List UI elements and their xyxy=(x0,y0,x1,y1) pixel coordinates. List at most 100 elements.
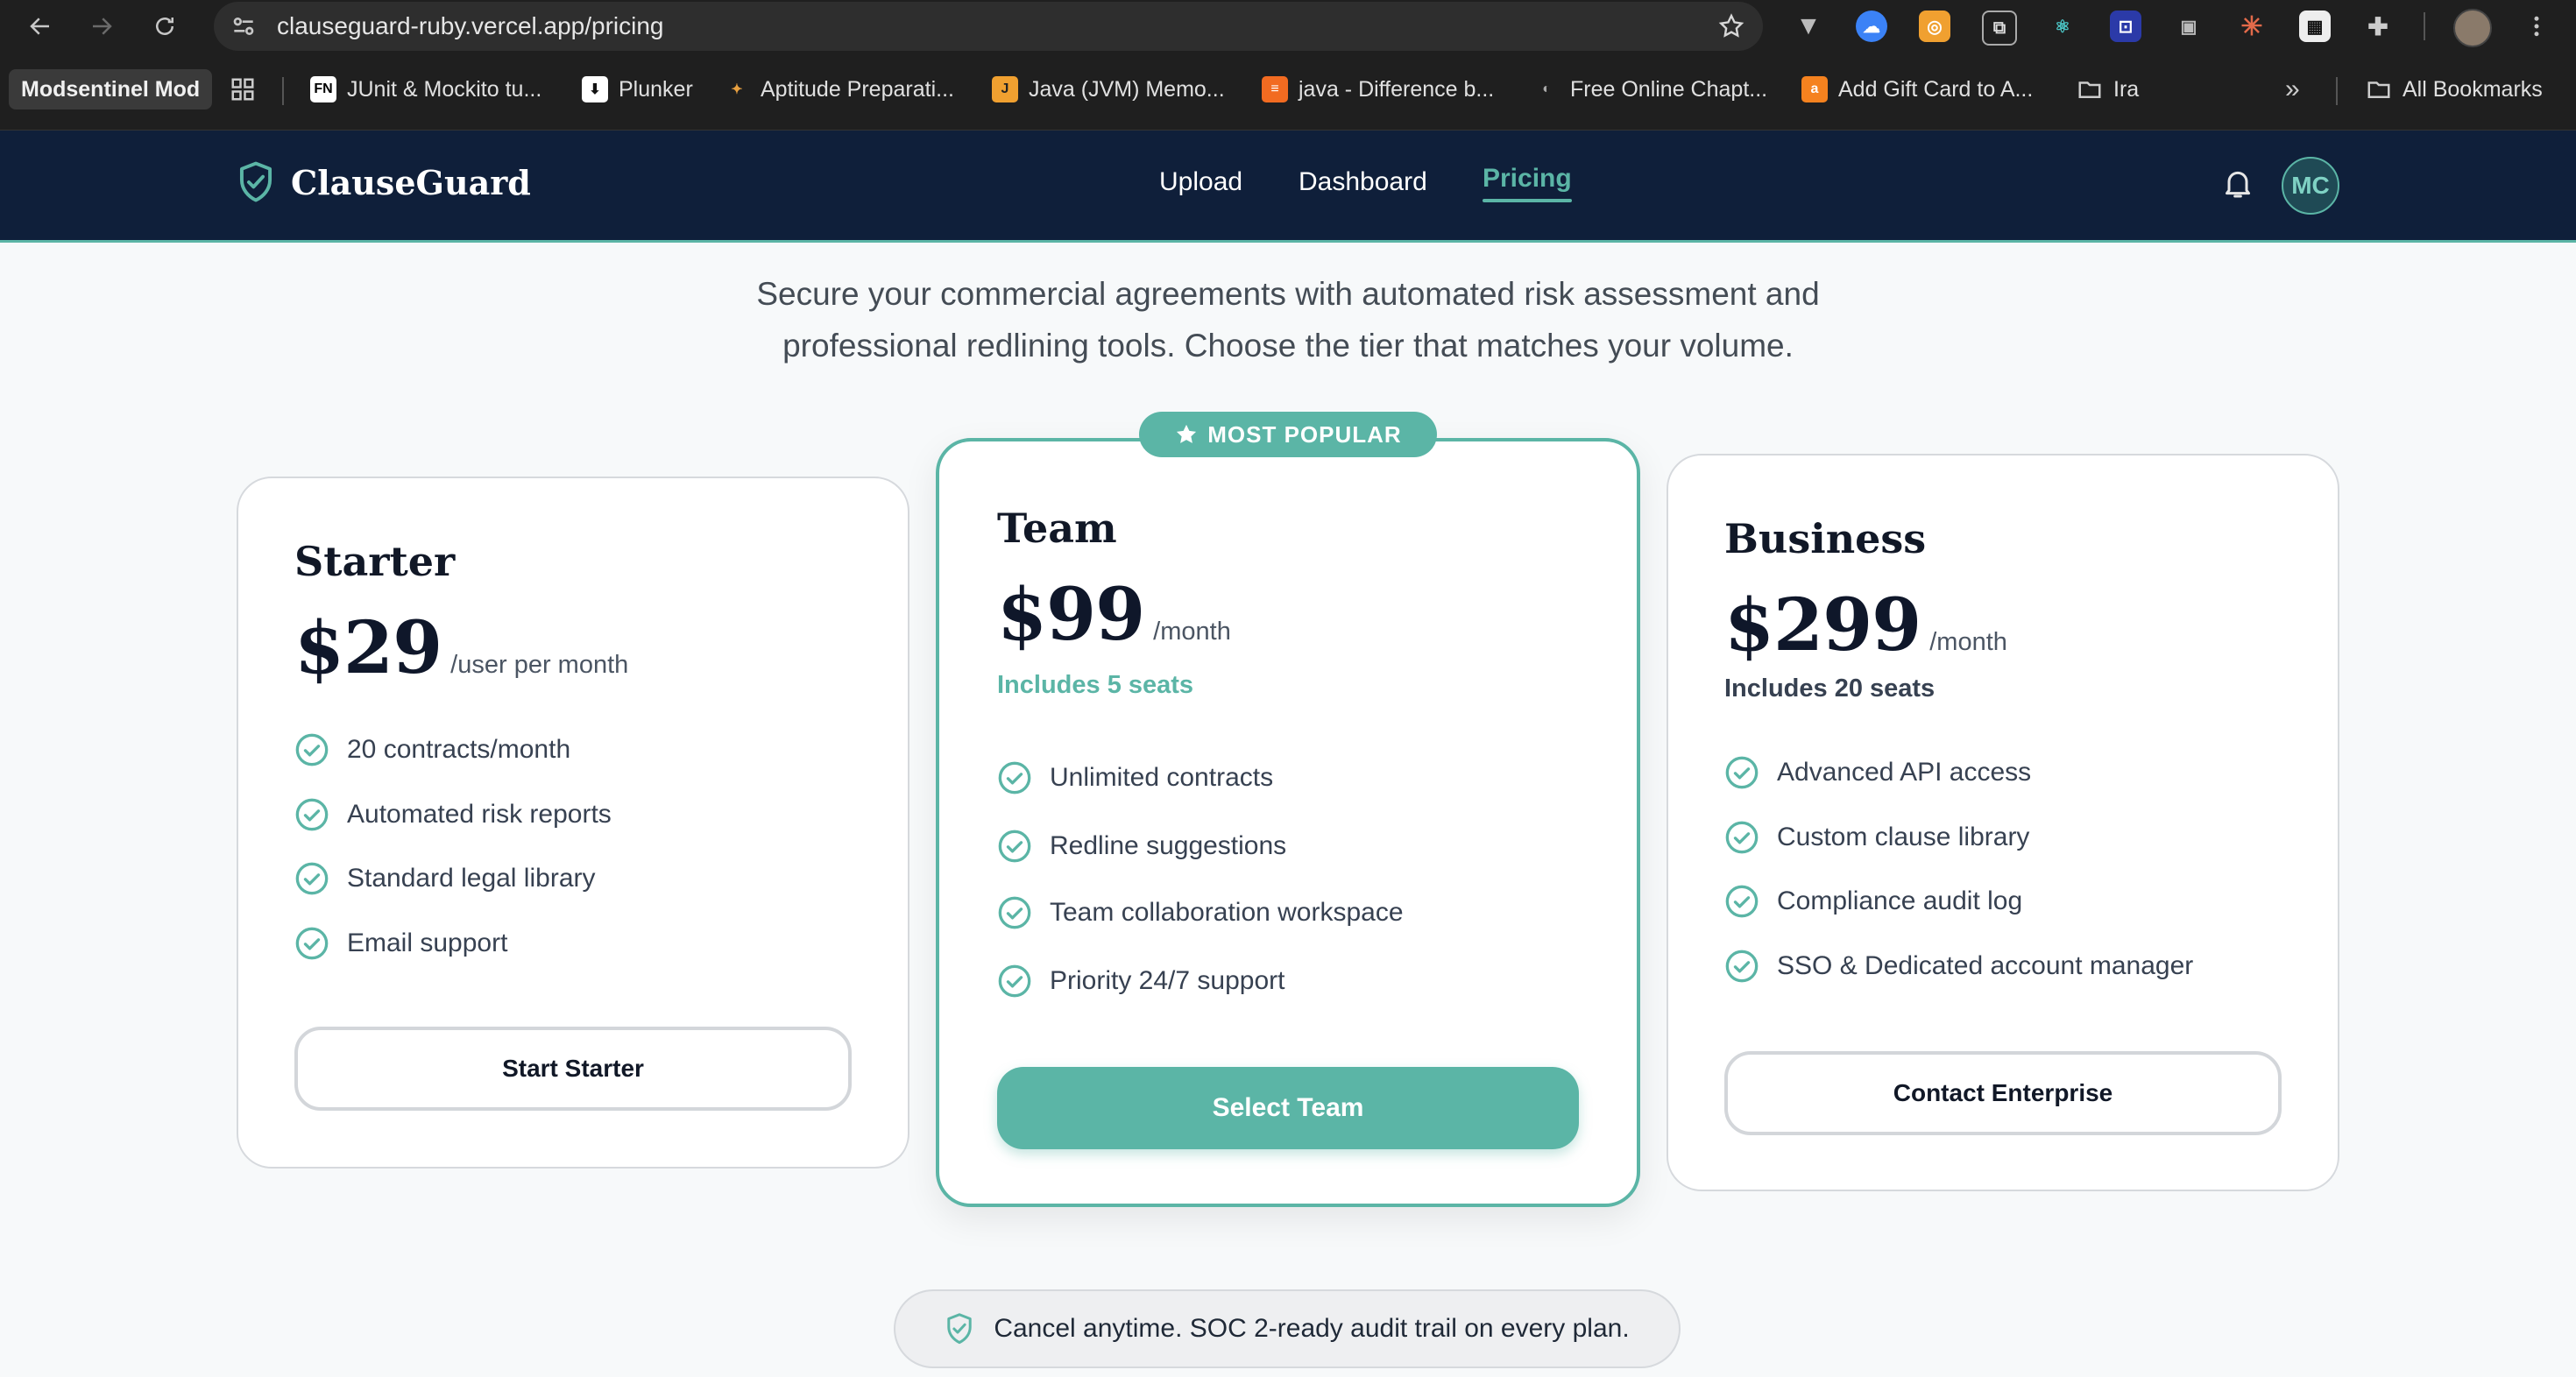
claude-extension-icon[interactable]: ✳ xyxy=(2236,11,2268,42)
price-period: /month xyxy=(1929,628,2007,656)
check-circle-icon xyxy=(1725,821,1759,854)
check-circle-icon xyxy=(1725,885,1759,918)
trust-note: Cancel anytime. SOC 2-ready audit trail … xyxy=(894,1289,1681,1368)
browser-toolbar: clauseguard-ruby.vercel.app/pricing ▼ ☁ … xyxy=(0,0,2576,53)
shield-check-icon xyxy=(239,161,272,202)
select-team-button[interactable]: Select Team xyxy=(997,1067,1579,1149)
plan-price: $99 /month xyxy=(997,573,1231,657)
feature-text: Priority 24/7 support xyxy=(1050,966,1285,995)
toolbar-divider xyxy=(2424,12,2425,40)
scan-extension-icon[interactable]: ⊡ xyxy=(2110,11,2141,42)
contact-enterprise-button[interactable]: Contact Enterprise xyxy=(1724,1051,2282,1135)
user-avatar[interactable]: MC xyxy=(2282,157,2339,215)
site-settings-icon[interactable] xyxy=(230,12,258,40)
plunker-favicon-icon: ⬇ xyxy=(582,76,608,102)
forward-button[interactable] xyxy=(84,9,119,44)
subtitle-line: Secure your commercial agreements with a… xyxy=(756,276,1820,312)
feature-item: Automated risk reports xyxy=(294,797,612,832)
feature-text: SSO & Dedicated account manager xyxy=(1777,951,2194,980)
most-popular-badge: MOST POPULAR xyxy=(1139,412,1437,457)
feature-text: Compliance audit log xyxy=(1777,886,2023,915)
arrow-left-icon xyxy=(30,18,49,35)
bookmark-free-online-chapter[interactable]: ◐ Free Online Chapt... xyxy=(1533,70,1767,109)
feature-item: Standard legal library xyxy=(294,861,596,896)
bookmark-label: Add Gift Card to A... xyxy=(1838,76,2034,102)
chevron-double-right-icon: » xyxy=(2285,74,2300,103)
brand-logo[interactable]: ClauseGuard xyxy=(237,160,531,204)
profile-avatar[interactable] xyxy=(2453,9,2492,47)
address-bar[interactable]: clauseguard-ruby.vercel.app/pricing xyxy=(214,2,1763,51)
bookmark-java-difference[interactable]: ≡ java - Difference b... xyxy=(1262,70,1494,109)
java-favicon-icon: J xyxy=(992,76,1018,102)
bookmark-label: java - Difference b... xyxy=(1299,76,1495,102)
url-text[interactable]: clauseguard-ruby.vercel.app/pricing xyxy=(277,12,664,40)
feature-item: Redline suggestions xyxy=(997,829,1286,864)
badge-label: MOST POPULAR xyxy=(1207,420,1402,448)
bookmark-label: Aptitude Preparati... xyxy=(761,76,954,102)
bookmark-label: JUnit & Mockito tu... xyxy=(347,76,542,102)
start-starter-button[interactable]: Start Starter xyxy=(294,1027,852,1111)
check-circle-icon xyxy=(998,830,1031,863)
brand-name: ClauseGuard xyxy=(291,162,531,202)
back-button[interactable] xyxy=(23,9,58,44)
bookmark-divider xyxy=(282,77,284,105)
copy-extension-icon[interactable]: ⧉ xyxy=(1982,11,2017,46)
bookmark-apps[interactable] xyxy=(230,70,256,109)
qr-extension-icon[interactable]: ▦ xyxy=(2299,11,2331,42)
nav-upload[interactable]: Upload xyxy=(1159,167,1242,197)
feature-text: Advanced API access xyxy=(1777,758,2032,787)
feature-text: Team collaboration workspace xyxy=(1050,898,1404,927)
reload-button[interactable] xyxy=(147,9,182,44)
bookmark-gift-card[interactable]: a Add Gift Card to A... xyxy=(1801,70,2033,109)
camera-extension-icon[interactable]: ▣ xyxy=(2173,11,2204,42)
feature-text: Automated risk reports xyxy=(347,800,612,829)
plan-name: Business xyxy=(1724,515,1927,562)
feature-item: Compliance audit log xyxy=(1724,884,2022,919)
bookmark-folder-ira[interactable]: Ira xyxy=(2077,70,2139,109)
all-bookmarks-button[interactable]: All Bookmarks xyxy=(2366,70,2543,109)
pricing-subtitle: Secure your commercial agreements with a… xyxy=(0,268,2576,371)
price-amount: $299 xyxy=(1724,583,1921,667)
feature-text: Unlimited contracts xyxy=(1050,763,1274,792)
feature-item: Email support xyxy=(294,926,507,961)
extensions-puzzle-icon[interactable]: ✚ xyxy=(2362,11,2394,42)
notification-bell-icon[interactable] xyxy=(2220,164,2255,202)
bookmark-modsentinel[interactable]: Modsentinel Mod xyxy=(9,69,213,109)
cloud-extension-icon[interactable]: ☁ xyxy=(1856,11,1887,42)
shield-check-icon xyxy=(947,1313,973,1345)
more-menu-icon[interactable] xyxy=(2523,11,2550,42)
bookmark-aptitude[interactable]: ✦ Aptitude Preparati... xyxy=(724,70,954,109)
bookmarks-overflow-button[interactable]: » xyxy=(2285,70,2300,109)
nav-dashboard[interactable]: Dashboard xyxy=(1299,167,1427,197)
bookmark-junit[interactable]: FN JUnit & Mockito tu... xyxy=(310,70,541,109)
feature-text: Standard legal library xyxy=(347,864,596,893)
subtitle-line: professional redlining tools. Choose the… xyxy=(782,328,1794,364)
plan-price: $299 /month xyxy=(1724,583,2007,667)
all-bookmarks-label: All Bookmarks xyxy=(2403,76,2543,102)
bookmarks-bar: Modsentinel Mod FN JUnit & Mockito tu...… xyxy=(0,53,2576,131)
price-amount: $29 xyxy=(294,606,442,690)
nav-pricing[interactable]: Pricing xyxy=(1483,164,1572,202)
bookmark-label: Plunker xyxy=(619,76,693,102)
feature-text: Email support xyxy=(347,929,508,957)
check-circle-icon xyxy=(295,798,329,831)
bookmark-star-icon[interactable] xyxy=(1717,12,1745,40)
vimium-extension-icon[interactable]: ▼ xyxy=(1793,11,1824,42)
bookmark-label: Ira xyxy=(2113,76,2140,102)
bookmark-java-memory[interactable]: J Java (JVM) Memo... xyxy=(992,70,1225,109)
price-amount: $99 xyxy=(997,573,1145,657)
bookmark-label: Java (JVM) Memo... xyxy=(1029,76,1225,102)
plan-price: $29 /user per month xyxy=(294,606,628,690)
orange-extension-icon[interactable]: ◎ xyxy=(1919,11,1950,42)
feature-item: Advanced API access xyxy=(1724,755,2031,790)
feature-item: Custom clause library xyxy=(1724,820,2029,855)
react-extension-icon[interactable]: ⚛ xyxy=(2047,11,2078,42)
bookmark-label: Free Online Chapt... xyxy=(1570,76,1768,102)
bookmark-plunker[interactable]: ⬇ Plunker xyxy=(582,70,693,109)
price-period: /user per month xyxy=(450,651,629,679)
bookmark-divider xyxy=(2336,77,2338,105)
fn-favicon-icon: FN xyxy=(310,76,336,102)
seats-note: Includes 5 seats xyxy=(997,671,1194,699)
check-circle-icon xyxy=(998,964,1031,998)
check-circle-icon xyxy=(295,927,329,960)
